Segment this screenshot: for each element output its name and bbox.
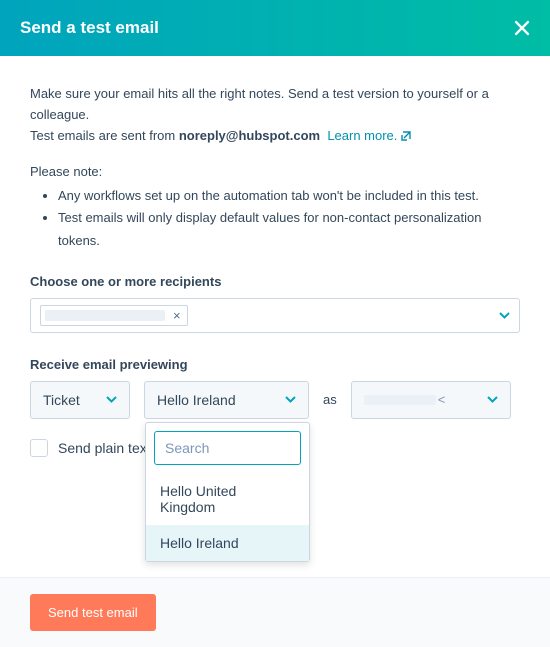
preview-row: Ticket Hello Ireland Hello United Kingdo… — [30, 381, 520, 419]
modal-body: Make sure your email hits all the right … — [0, 56, 550, 577]
chevron-down-icon — [285, 396, 296, 403]
close-button[interactable] — [514, 20, 530, 36]
as-label: as — [323, 392, 337, 407]
notes-list: Any workflows set up on the automation t… — [30, 185, 520, 251]
intro-line1: Make sure your email hits all the right … — [30, 86, 489, 122]
recipients-input[interactable]: × — [30, 298, 520, 333]
recipients-label: Choose one or more recipients — [30, 274, 520, 289]
external-link-icon — [400, 130, 412, 142]
chevron-down-icon — [487, 396, 498, 403]
preview-record-value: Hello Ireland — [157, 392, 236, 408]
please-note-label: Please note: — [30, 164, 520, 179]
preview-type-value: Ticket — [43, 392, 80, 408]
preview-contact-select[interactable]: < — [351, 381, 511, 419]
modal-title: Send a test email — [20, 18, 159, 38]
plaintext-checkbox[interactable] — [30, 439, 48, 457]
preview-dropdown: Hello United Kingdom Hello Ireland — [145, 422, 310, 562]
angle-char: < — [438, 392, 446, 407]
preview-record-select[interactable]: Hello Ireland Hello United Kingdom Hello… — [144, 381, 309, 419]
contact-blur — [364, 395, 436, 405]
modal-header: Send a test email — [0, 0, 550, 56]
learn-more-link[interactable]: Learn more. — [327, 126, 412, 147]
modal-footer: Send test email — [0, 577, 550, 647]
preview-label: Receive email previewing — [30, 357, 520, 372]
dropdown-item[interactable]: Hello Ireland — [146, 525, 309, 561]
note-item: Any workflows set up on the automation t… — [58, 185, 520, 207]
contact-placeholder: < — [364, 392, 487, 407]
close-icon — [514, 20, 530, 36]
dropdown-search-box — [154, 431, 301, 465]
recipient-chip-text — [45, 310, 165, 321]
search-input[interactable] — [165, 440, 346, 456]
send-test-email-button[interactable]: Send test email — [30, 594, 156, 631]
sender-email: noreply@hubspot.com — [179, 128, 320, 143]
intro-line2-prefix: Test emails are sent from — [30, 128, 179, 143]
chevron-down-icon — [499, 312, 510, 319]
chip-remove-button[interactable]: × — [171, 308, 183, 323]
dropdown-item[interactable]: Hello United Kingdom — [146, 473, 309, 525]
intro-text: Make sure your email hits all the right … — [30, 84, 520, 146]
recipient-chip: × — [40, 305, 188, 326]
preview-type-select[interactable]: Ticket — [30, 381, 130, 419]
dropdown-search-wrap — [146, 423, 309, 473]
learn-more-label: Learn more. — [327, 126, 397, 147]
chevron-down-icon — [106, 396, 117, 403]
note-item: Test emails will only display default va… — [58, 207, 520, 251]
